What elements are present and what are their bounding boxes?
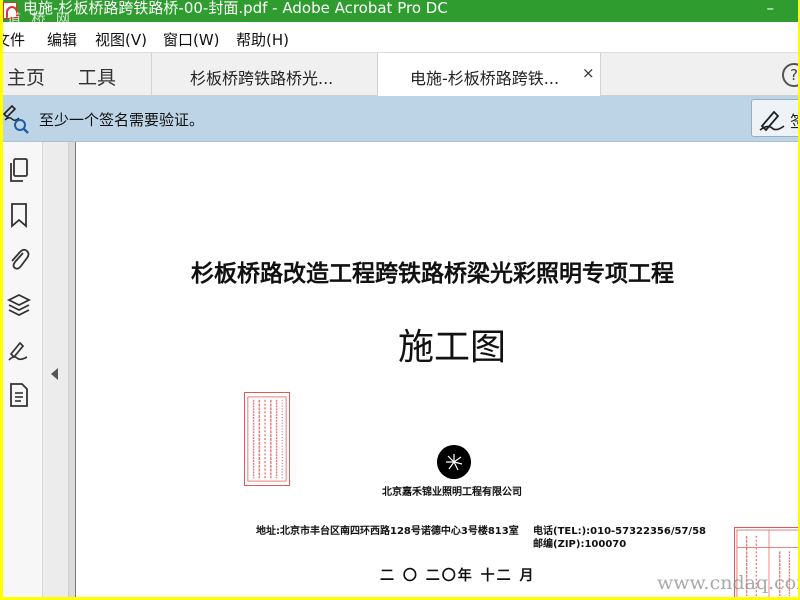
company-logo [437,445,471,479]
tab-tools[interactable]: 工具 [78,63,116,90]
left-navigation-rail [3,142,43,597]
document-title: 杉板桥路改造工程跨铁路桥梁光彩照明专项工程 [191,260,674,287]
signature-panel-button[interactable]: 签 [751,99,798,137]
title-watermark: 道 桥 网 [7,12,73,22]
menu-edit[interactable]: 编辑 [47,29,77,50]
menu-file[interactable]: 文件 [3,29,25,50]
window-title: 电施-杉板桥路跨铁路桥-00-封面.pdf - Adobe Acrobat Pr… [23,0,448,17]
collapse-arrow-icon [51,368,58,380]
help-icon[interactable]: ? [782,63,798,87]
minimize-button[interactable]: – [767,0,775,18]
tab-bar: 主页 工具 杉板桥跨铁路桥光... 电施-杉板桥路跨铁... × ? [3,52,798,97]
signatures-icon[interactable] [7,338,31,364]
tab-document-2-label: 电施-杉板桥路跨铁... [410,69,560,88]
signature-message: 至少一个签名需要验证。 [39,111,205,129]
tab-document-1[interactable]: 杉板桥跨铁路桥光... [151,53,377,96]
tab-home[interactable]: 主页 [7,63,45,90]
company-zip: 邮编(ZIP):100070 [533,539,627,550]
site-watermark: www.cndaq.com [657,572,798,594]
title-bar: 电施-杉板桥路跨铁路桥-00-封面.pdf - Adobe Acrobat Pr… [3,0,798,22]
document-date: 二 〇 二〇年 十二 月 [380,568,536,584]
signature-verify-icon [3,104,29,134]
tab-document-1-label: 杉板桥跨铁路桥光... [190,69,334,88]
close-icon[interactable]: × [582,64,595,82]
certification-stamp-left [244,392,290,486]
menu-bar: 文件 编辑 视图(V) 窗口(W) 帮助(H) [3,22,798,52]
signature-panel-label: 签 [790,108,798,132]
signature-pen-icon [759,110,785,132]
signature-banner: 至少一个签名需要验证。 签 [3,96,798,142]
navigation-pane-toggle[interactable] [43,142,69,597]
menu-view[interactable]: 视图(V) [95,29,147,50]
tab-document-2[interactable]: 电施-杉板桥路跨铁... × [377,53,601,97]
document-page: 杉板桥路改造工程跨铁路桥梁光彩照明专项工程 施工图 北京嘉禾锦业照明工程有限公司… [77,142,798,597]
page-gutter [69,142,76,597]
company-address: 地址:北京市丰台区南四环西路128号诺德中心3号楼813室 [256,526,519,537]
menu-help[interactable]: 帮助(H) [236,29,289,50]
bookmarks-icon[interactable] [7,202,31,228]
document-subtitle: 施工图 [398,327,507,368]
company-name: 北京嘉禾锦业照明工程有限公司 [382,487,522,498]
page-content-icon[interactable] [7,382,31,408]
attachments-icon[interactable] [7,246,31,272]
acrobat-window: 电施-杉板桥路跨铁路桥-00-封面.pdf - Adobe Acrobat Pr… [3,0,798,597]
layers-icon[interactable] [7,292,31,318]
page-thumbnails-icon[interactable] [7,158,31,184]
menu-window[interactable]: 窗口(W) [163,29,220,50]
